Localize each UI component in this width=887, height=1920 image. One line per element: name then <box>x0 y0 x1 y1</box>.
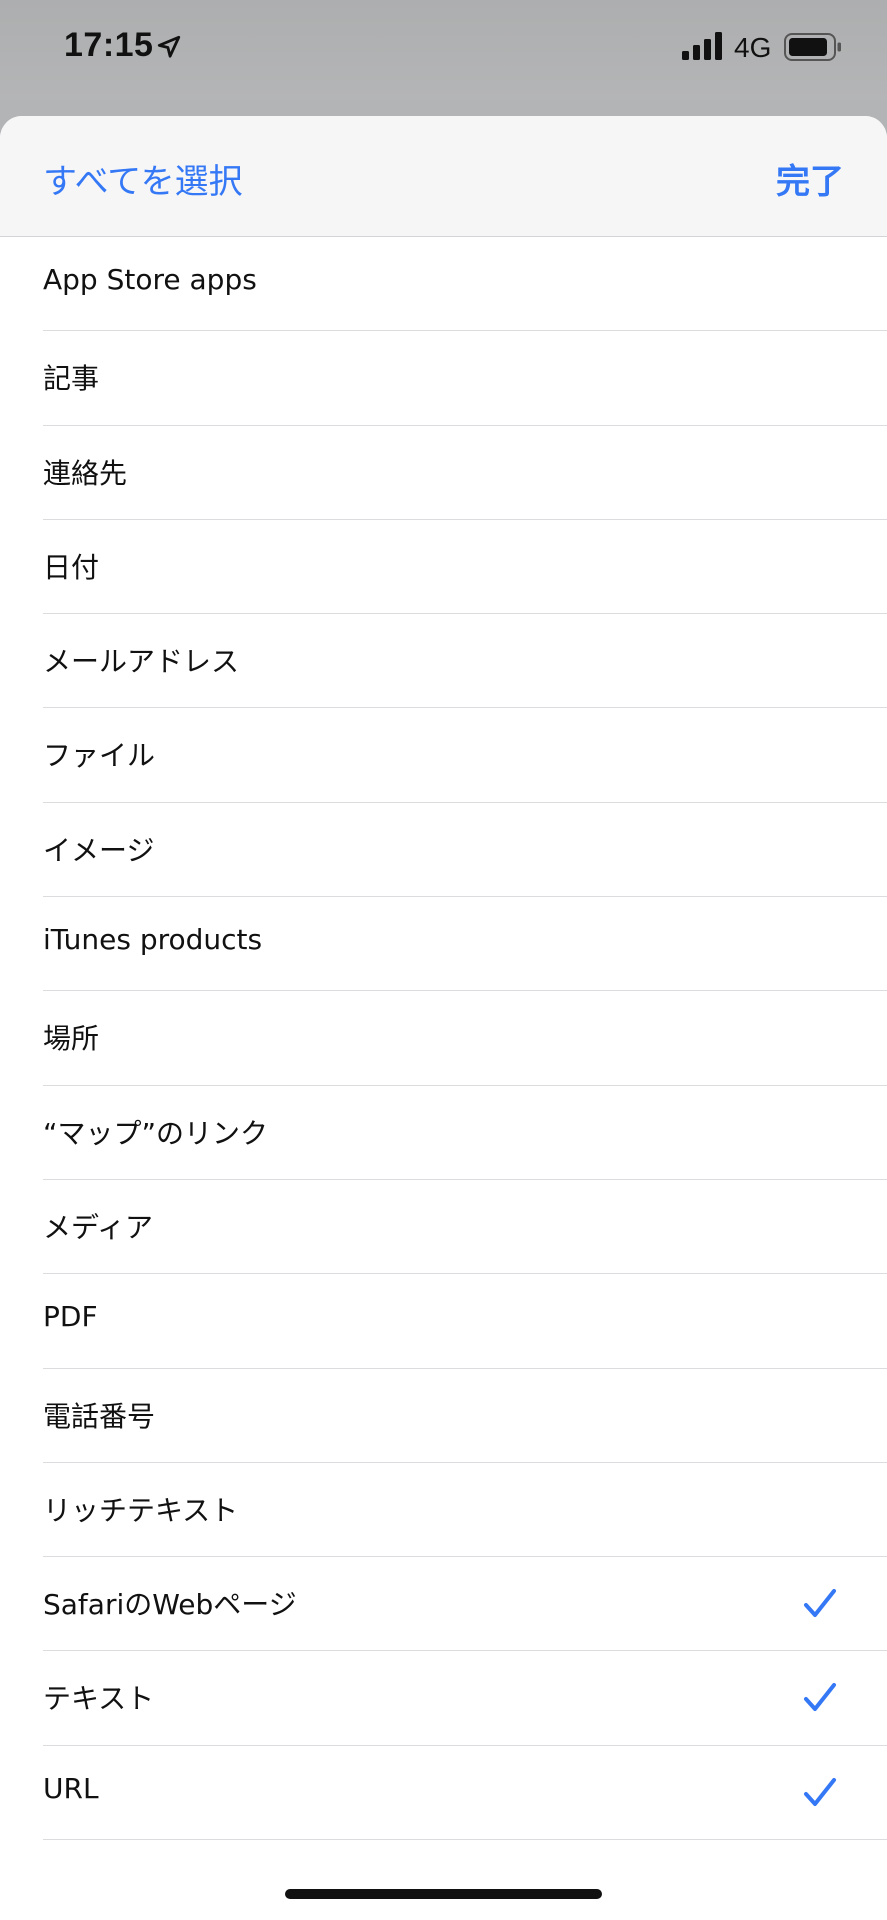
list-item[interactable]: 記事 <box>43 331 887 426</box>
list-item[interactable]: ファイル <box>43 708 887 803</box>
network-type-label: 4G <box>734 32 772 63</box>
list-item[interactable]: リッチテキスト <box>43 1463 887 1558</box>
list-item-label: メールアドレス <box>43 645 240 679</box>
status-time: 17:15 <box>64 26 154 64</box>
list-item-label: 電話番号 <box>43 1399 156 1433</box>
checkmark-icon <box>804 1777 836 1806</box>
list-item-label: 記事 <box>43 362 100 396</box>
list-item[interactable]: イメージ <box>43 803 887 898</box>
list-item[interactable]: 連絡先 <box>43 426 887 520</box>
battery-icon <box>784 33 841 61</box>
list-item[interactable]: SafariのWebページ <box>43 1557 887 1652</box>
home-indicator[interactable] <box>285 1889 602 1899</box>
list-item-label: イメージ <box>43 833 155 867</box>
list-item[interactable]: URL <box>43 1746 887 1841</box>
content-type-list: App Store apps 記事連絡先日付メールアドレス ファイルイメージ iTun… <box>0 237 887 1841</box>
checkmark-icon <box>804 1589 836 1618</box>
list-item-label: 連絡先 <box>43 456 128 490</box>
list-item[interactable]: 場所 <box>43 991 887 1086</box>
sheet-header: すべてを選択 完了 <box>0 116 887 237</box>
list-item[interactable]: “マップ”のリンク <box>43 1086 887 1180</box>
list-item[interactable]: 電話番号 <box>43 1369 887 1463</box>
list-item-label: 日付 <box>43 550 100 584</box>
list-item-label: iTunes products <box>43 923 263 957</box>
status-bar: 17:15 4G <box>0 0 887 100</box>
signal-bars-icon <box>682 32 722 60</box>
list-item[interactable]: PDF <box>43 1274 887 1369</box>
select-all-button[interactable]: すべてを選択 <box>43 154 243 203</box>
list-item-label: リッチテキスト <box>43 1493 239 1527</box>
list-item-label: メディア <box>43 1210 154 1244</box>
done-button[interactable]: 完了 <box>776 154 844 203</box>
list-item-label: テキスト <box>43 1682 155 1716</box>
list-item-label: ファイル <box>43 739 156 773</box>
list-item-label: 場所 <box>43 1022 100 1056</box>
list-item-label: App Store apps <box>43 263 257 296</box>
list-item-label: “マップ”のリンク <box>43 1116 269 1150</box>
list-item[interactable]: メールアドレス <box>43 614 887 709</box>
list-item-label: SafariのWebページ <box>43 1588 297 1622</box>
list-item-label: PDF <box>43 1300 98 1334</box>
list-item[interactable]: メディア <box>43 1180 887 1275</box>
content-types-sheet: すべてを選択 完了 App Store apps 記事連絡先日付メールアドレス ファ… <box>0 116 887 1920</box>
list-item[interactable]: テキスト <box>43 1651 887 1746</box>
location-arrow-icon <box>157 35 181 58</box>
list-item[interactable]: 日付 <box>43 520 887 615</box>
checkmark-icon <box>804 1683 836 1712</box>
list-item[interactable]: iTunes products <box>43 897 887 992</box>
list-item-label: URL <box>43 1771 99 1805</box>
list-item[interactable]: App Store apps <box>43 237 887 332</box>
